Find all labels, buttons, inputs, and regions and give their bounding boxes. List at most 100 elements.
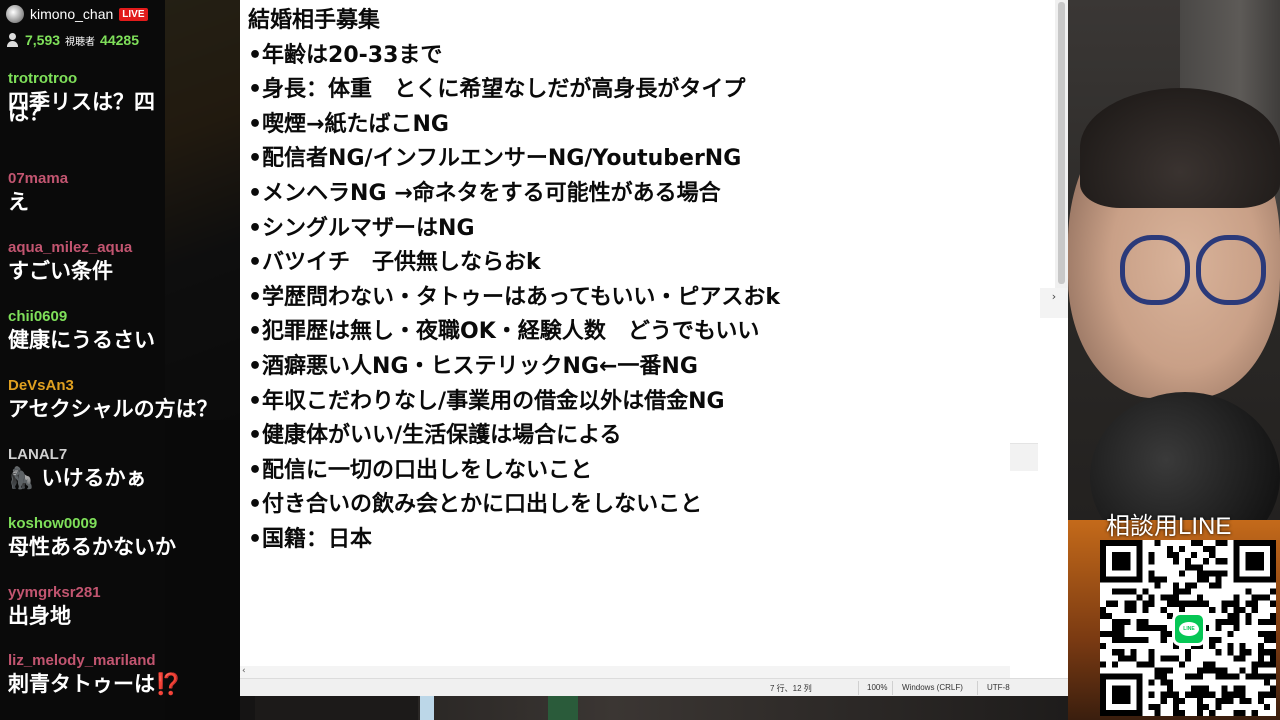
qr-module <box>1197 564 1204 571</box>
scroll-left-icon[interactable]: ‹ <box>242 666 246 676</box>
chat-username[interactable]: chii0609 <box>8 308 240 326</box>
chat-username[interactable]: 07mama <box>8 170 240 188</box>
qr-module <box>1257 594 1264 601</box>
chat-username[interactable]: aqua_milez_aqua <box>8 239 240 257</box>
chat-message-text: は？ <box>8 101 50 125</box>
qr-module <box>1118 649 1125 656</box>
qr-module <box>1178 600 1185 607</box>
encoding[interactable]: UTF-8 <box>987 683 1010 692</box>
qr-module <box>1233 709 1240 716</box>
qr-module <box>1263 649 1270 656</box>
qr-module <box>1112 661 1119 668</box>
qr-module <box>1209 606 1216 613</box>
qr-module <box>1245 600 1252 607</box>
qr-module <box>1172 594 1179 601</box>
qr-module <box>1142 606 1149 613</box>
qr-module <box>1245 552 1264 571</box>
qr-module <box>1197 540 1204 547</box>
qr-module <box>1197 594 1204 601</box>
qr-module <box>1221 600 1228 607</box>
qr-module <box>1215 637 1222 644</box>
qr-module <box>1221 618 1228 625</box>
chat-message-text: 母性あるかないか <box>8 535 176 559</box>
qr-module <box>1191 673 1198 680</box>
qr-module <box>1124 606 1131 613</box>
qr-module <box>1124 588 1131 595</box>
qr-module <box>1233 655 1240 662</box>
qr-module <box>1160 631 1167 638</box>
chat-message: LANAL7 🦍 いけるかぁ <box>8 446 240 492</box>
qr-module <box>1203 600 1210 607</box>
scrollbar-thumb[interactable] <box>1058 2 1065 284</box>
qr-module <box>1160 576 1167 583</box>
qr-module <box>1184 564 1192 571</box>
vertical-scrollbar[interactable] <box>1055 0 1068 290</box>
qr-module <box>1263 661 1270 668</box>
chat-username[interactable]: koshow0009 <box>8 515 240 533</box>
chat-username[interactable]: DeVsAn3 <box>8 377 240 395</box>
qr-module <box>1112 624 1119 632</box>
qr-module <box>1245 618 1252 625</box>
qr-module <box>1118 637 1125 644</box>
horizontal-scrollbar[interactable]: ‹ <box>240 666 1010 678</box>
expand-panel-button[interactable]: › <box>1040 288 1068 318</box>
qr-module <box>1184 691 1192 698</box>
qr-module <box>1215 697 1222 704</box>
qr-module <box>1178 661 1185 668</box>
chat-message-text: 🦍 いけるかぁ <box>8 466 147 490</box>
qr-module <box>1245 697 1252 704</box>
qr-module <box>1112 631 1119 638</box>
note-line: •学歴問わない・タトゥーはあってもいい・ピアスおk <box>248 284 781 310</box>
qr-module <box>1227 691 1234 698</box>
qr-module <box>1227 649 1234 656</box>
note-line: •年齢は20-33まで <box>248 42 443 68</box>
qr-module <box>1239 691 1246 698</box>
chat-username[interactable]: trotrotroo <box>8 70 240 88</box>
qr-module <box>1172 655 1179 662</box>
qr-module <box>1209 570 1216 577</box>
qr-module <box>1233 624 1240 632</box>
qr-module <box>1148 552 1155 559</box>
qr-module <box>1130 600 1137 607</box>
qr-module <box>1257 661 1264 668</box>
qr-module <box>1184 649 1192 656</box>
qr-module <box>1227 673 1234 680</box>
note-line: •配信者NG/インフルエンサーNG/YoutuberNG <box>248 146 742 172</box>
qr-module <box>1245 673 1252 680</box>
qr-module <box>1100 661 1107 668</box>
qr-module <box>1191 540 1198 547</box>
qr-module <box>1124 655 1131 662</box>
qr-module <box>1154 667 1161 674</box>
qr-module <box>1166 655 1173 662</box>
channel-name[interactable]: kimono_chan <box>30 6 113 22</box>
qr-module <box>1184 558 1192 565</box>
qr-module <box>1233 618 1240 625</box>
line-ending[interactable]: Windows (CRLF) <box>902 683 963 692</box>
qr-module <box>1245 588 1252 595</box>
viewer-count: 7,593 <box>25 32 61 48</box>
zoom-level[interactable]: 100% <box>867 683 887 692</box>
qr-module <box>1124 618 1131 625</box>
qr-module <box>1148 558 1155 565</box>
qr-module <box>1209 709 1216 716</box>
chat-username[interactable]: LANAL7 <box>8 446 240 464</box>
qr-module <box>1184 655 1192 662</box>
chat-username[interactable]: yymgrksr281 <box>8 584 240 602</box>
chat-username[interactable]: liz_melody_mariland <box>8 652 240 670</box>
qr-module <box>1191 564 1198 571</box>
note-line: •身長：体重 とくに希望なしだが高身長がタイプ <box>248 77 746 103</box>
qr-module <box>1209 546 1216 553</box>
qr-module <box>1154 624 1161 632</box>
qr-module <box>1221 667 1228 674</box>
qr-module <box>1148 594 1155 601</box>
qr-module <box>1233 685 1240 692</box>
channel-avatar[interactable] <box>6 5 24 23</box>
note-line: •健康体がいい/生活保護は場合による <box>248 423 622 449</box>
notepad-text-area[interactable]: 結婚相手募集 •年齢は20-33まで •身長：体重 とくに希望なしだが高身長がタイプ… <box>248 4 1038 558</box>
qr-module <box>1136 594 1143 601</box>
qr-module <box>1142 600 1149 607</box>
qr-module <box>1160 655 1167 662</box>
qr-module <box>1160 667 1167 674</box>
floating-toolbar-handle[interactable] <box>1010 443 1038 471</box>
qr-module <box>1166 667 1173 674</box>
